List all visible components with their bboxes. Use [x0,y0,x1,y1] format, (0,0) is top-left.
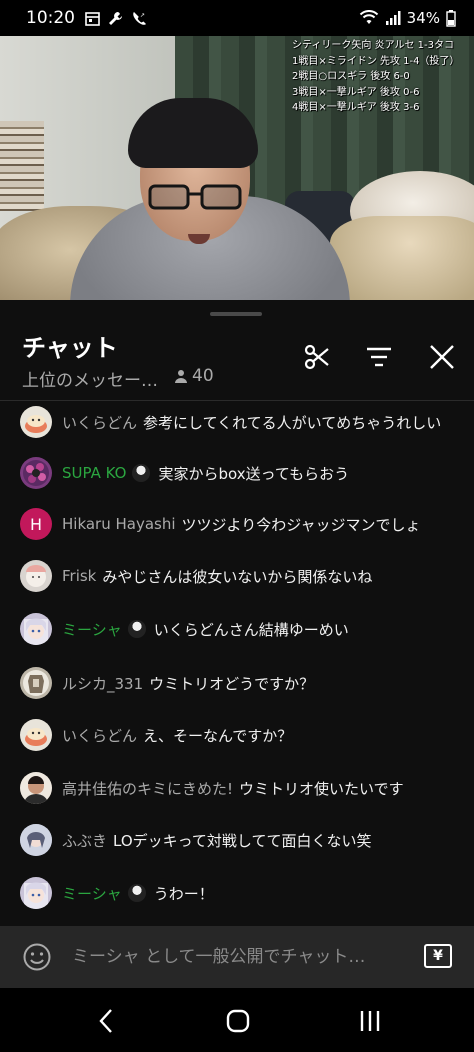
member-badge-icon [132,464,151,482]
message-author[interactable]: ミーシャ [62,883,122,904]
chat-message[interactable]: H Hikaru Hayashi ツツジより今わジャッジマンでしょ [20,504,470,544]
avatar[interactable] [20,877,52,909]
navigation-bar [0,988,474,1052]
avatar[interactable] [20,719,52,751]
close-icon [430,345,454,369]
wrench-icon [109,11,122,25]
message-text: 参考にしてくれてる人がいてめちゃうれしい [143,413,442,432]
member-badge-icon [127,884,146,902]
back-button[interactable] [86,1006,126,1036]
chat-message[interactable]: ルシカ_331 ウミトリオどうですか？ [20,663,470,703]
message-text: 実家からbox送ってもらおう [158,464,350,483]
super-chat-button[interactable]: ¥ [424,944,452,968]
message-author[interactable]: ふぶき [62,830,107,851]
avatar[interactable] [20,560,52,592]
close-chat-button[interactable] [425,340,459,374]
chat-message[interactable]: いくらどん 参考にしてくれてる人がいてめちゃうれしい [20,402,470,442]
message-text: え、そーなんですか？ [143,726,293,745]
avatar[interactable] [20,457,52,489]
chat-message[interactable]: SUPA KO 実家からbox送ってもらおう [20,453,470,493]
message-author[interactable]: ルシカ_331 [62,673,143,694]
chat-message[interactable]: ふぶき LOデッキって対戦してて面白くない笑 [20,820,470,860]
recents-icon [360,1011,380,1031]
message-text: ウミトリオ使いたいです [239,779,404,798]
chat-message[interactable]: いくらどん え、そーなんですか？ [20,715,470,755]
message-author[interactable]: いくらどん [62,725,137,746]
message-author[interactable]: Frisk [62,567,96,585]
back-icon [99,1009,112,1033]
battery-percent: 34% [406,9,440,27]
chat-input[interactable] [72,942,402,972]
avatar-illustration [20,824,52,856]
message-text: ウミトリオどうですか？ [149,674,315,693]
chat-mode-dropdown[interactable]: 上位のメッセー… [22,366,158,391]
viewer-count-value: 40 [192,366,214,386]
glasses [148,184,242,210]
clip-button[interactable] [300,340,334,374]
chat-message[interactable]: 高井佳佑のキミにきめた! ウミトリオ使いたいです [20,768,470,808]
avatar-illustration [20,772,52,804]
filter-icon [367,347,391,367]
avatar-illustration [23,460,49,486]
avatar[interactable] [20,406,52,438]
avatar-illustration [24,618,48,645]
avatar-illustration [25,415,47,433]
chat-message[interactable]: Frisk みやじさんは彼女いないから関係ないね [20,556,470,596]
person-icon [175,370,187,383]
header-divider [0,400,474,401]
status-time: 10:20 [26,8,75,28]
status-bar: 10:20 ↗ 34% [0,0,474,36]
avatar[interactable]: H [20,508,52,540]
message-text: ツツジより今わジャッジマンでしょ [181,515,421,534]
signal-icon [385,11,401,25]
svg-text:↗: ↗ [140,12,145,19]
avatar[interactable] [20,824,52,856]
drag-handle[interactable] [210,312,262,316]
avatar-illustration [23,670,49,696]
call-forward-icon: ↗ [133,12,146,25]
message-author[interactable]: いくらどん [62,412,137,433]
avatar-illustration [24,882,48,909]
message-author[interactable]: ミーシャ [62,619,122,640]
calendar-icon [85,11,100,26]
live-chat-panel: チャット 上位のメッセー… 40 いくらどん 参考にしてくれてる人がいてめちゃう… [0,300,474,926]
video-player[interactable]: シティリーク矢向 炎アルセ 1-3タコ 1戦目×ミライドン 先攻 1-4（投了）… [0,36,474,300]
avatar-illustration [26,565,46,587]
avatar[interactable] [20,613,52,645]
bookshelf [0,121,44,211]
avatar-letter: H [29,514,43,534]
message-text: いくらどんさん結構ゆーめい [153,620,349,639]
avatar-illustration [25,728,47,746]
viewer-count: 40 [174,366,214,386]
yen-icon: ¥ [433,948,443,964]
chat-message[interactable]: ミーシャ いくらどんさん結構ゆーめい [20,609,470,649]
message-text: LOデッキって対戦してて面白くない笑 [113,831,372,850]
stream-overlay-text: シティリーク矢向 炎アルセ 1-3タコ 1戦目×ミライドン 先攻 1-4（投了）… [292,40,460,113]
avatar[interactable] [20,772,52,804]
chat-title: チャット [22,334,118,362]
home-icon [226,1009,250,1033]
recents-button[interactable] [350,1006,390,1036]
message-text: みやじさんは彼女いないから関係ないね [102,567,373,586]
chat-input-bar: ¥ [0,926,474,988]
message-text: うわー！ [153,884,214,903]
member-badge-icon [127,620,146,638]
emoji-icon[interactable] [22,942,52,972]
wifi-icon [359,10,378,24]
filter-button[interactable] [362,340,396,374]
battery-icon [446,9,456,27]
chat-message[interactable]: ミーシャ うわー！ [20,873,470,913]
message-author[interactable]: Hikaru Hayashi [62,515,176,533]
scissors-icon [304,344,329,370]
message-author[interactable]: SUPA KO [62,464,126,482]
home-button[interactable] [218,1006,258,1036]
avatar[interactable] [20,667,52,699]
message-author[interactable]: 高井佳佑のキミにきめた! [62,778,233,799]
